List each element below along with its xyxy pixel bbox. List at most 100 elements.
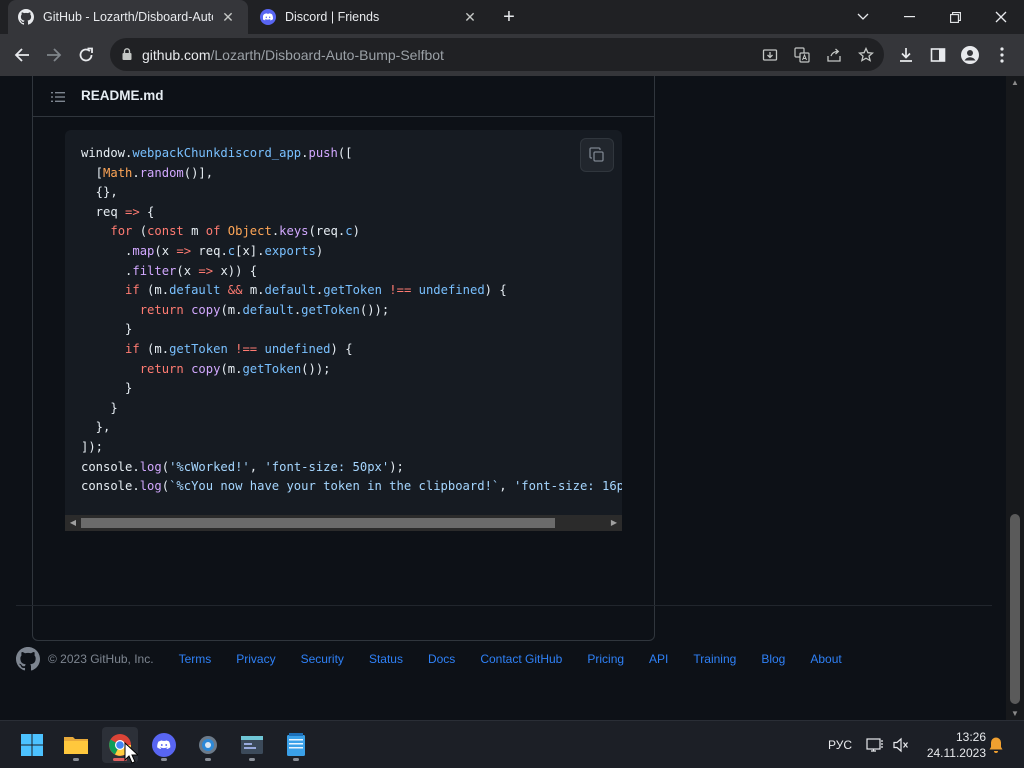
install-app-icon[interactable] [761, 46, 779, 64]
running-indicator [205, 758, 211, 761]
footer-link-api[interactable]: API [649, 652, 668, 666]
copy-button[interactable] [580, 138, 614, 172]
code-line: } [81, 322, 133, 337]
code-line: if (m.getToken !== undefined) { [125, 341, 353, 356]
url-text: github.com/Lozarth/Disboard-Auto-Bump-Se… [142, 47, 444, 63]
minimize-icon[interactable] [886, 0, 932, 34]
back-arrow-icon[interactable] [9, 42, 35, 68]
start-icon[interactable] [14, 727, 50, 763]
chevron-down-icon[interactable] [840, 0, 886, 34]
side-panel-icon[interactable] [928, 45, 948, 65]
address-bar[interactable]: github.com/Lozarth/Disboard-Auto-Bump-Se… [110, 38, 884, 71]
footer-link-about[interactable]: About [810, 652, 841, 666]
scroll-left-arrow-icon[interactable]: ◀ [65, 515, 81, 531]
bookmark-star-icon[interactable] [857, 46, 875, 64]
code-text: window.webpackChunkdiscord_app.push([ [M… [81, 144, 622, 497]
code-line: console.log('%cWorked!', 'font-size: 50p… [81, 459, 404, 474]
running-indicator [161, 758, 167, 761]
site-footer: © 2023 GitHub, Inc. Terms Privacy Securi… [16, 646, 867, 672]
running-indicator [249, 758, 255, 761]
file-explorer-icon[interactable] [58, 727, 94, 763]
lock-icon[interactable] [120, 47, 134, 61]
code-line: .filter(x => x)) { [81, 263, 258, 278]
system-clock[interactable]: 13:26 24.11.2023 [916, 729, 986, 761]
footer-link-status[interactable]: Status [369, 652, 403, 666]
volume-muted-icon[interactable] [892, 721, 910, 768]
code-line: return copy(m.default.getToken()); [139, 302, 390, 317]
clock-date: 24.11.2023 [926, 746, 986, 760]
code-block[interactable]: window.webpackChunkdiscord_app.push([ [M… [65, 130, 622, 531]
github-logo-icon[interactable] [16, 647, 41, 671]
scroll-down-arrow-icon[interactable]: ▼ [1006, 709, 1024, 718]
clock-time: 13:26 [955, 730, 986, 744]
notepad-icon[interactable] [278, 727, 314, 763]
footer-link-docs[interactable]: Docs [428, 652, 455, 666]
code-line: console.log(`%cYou now have your token i… [81, 479, 622, 494]
code-line: window.webpackChunkdiscord_app.push([ [81, 146, 353, 160]
terminal-icon[interactable] [234, 727, 270, 763]
footer-link-training[interactable]: Training [693, 652, 736, 666]
tab-title: GitHub - Lozarth/Disboard-Auto-Bump-Self… [43, 10, 213, 24]
notification-bell-icon[interactable] [988, 721, 1004, 768]
footer-link-privacy[interactable]: Privacy [236, 652, 275, 666]
download-icon[interactable] [896, 45, 916, 65]
close-tab-icon[interactable]: ✕ [462, 9, 478, 25]
translate-icon[interactable] [793, 46, 811, 64]
share-icon[interactable] [825, 46, 843, 64]
code-line: return copy(m.getToken()); [139, 361, 331, 376]
footer-divider [16, 605, 992, 606]
tab-title: Discord | Friends [285, 10, 380, 24]
footer-link-security[interactable]: Security [301, 652, 344, 666]
reload-icon[interactable] [73, 42, 99, 68]
footer-link-terms[interactable]: Terms [179, 652, 212, 666]
list-outline-icon[interactable] [50, 89, 66, 105]
code-line: {}, [81, 185, 118, 200]
discord-icon[interactable] [146, 727, 182, 763]
scroll-right-arrow-icon[interactable]: ▶ [606, 515, 622, 531]
page-vertical-scrollbar[interactable]: ▲ ▼ [1006, 76, 1024, 720]
footer-link-contact[interactable]: Contact GitHub [480, 652, 562, 666]
footer-copyright: © 2023 GitHub, Inc. [48, 652, 154, 666]
github-favicon-icon [18, 9, 34, 25]
input-language-indicator[interactable]: РУС [828, 721, 852, 768]
windows-taskbar: РУС 13:26 24.11.2023 [0, 720, 1024, 768]
url-path: /Lozarth/Disboard-Auto-Bump-Selfbot [210, 47, 444, 63]
profile-avatar-icon[interactable] [960, 45, 980, 65]
github-page: README.md window.webpackChunkdiscord_app… [0, 76, 1006, 720]
notification-center-icon[interactable] [866, 721, 884, 768]
url-host: github.com [142, 47, 211, 63]
copy-icon [589, 147, 604, 162]
readme-header: README.md [33, 77, 654, 117]
browser-toolbar: github.com/Lozarth/Disboard-Auto-Bump-Se… [0, 34, 1024, 76]
footer-link-pricing[interactable]: Pricing [587, 652, 624, 666]
code-line: .map(x => req.c[x].exports) [81, 243, 324, 258]
scroll-up-arrow-icon[interactable]: ▲ [1006, 78, 1024, 87]
footer-link-blog[interactable]: Blog [761, 652, 785, 666]
tab-strip: GitHub - Lozarth/Disboard-Auto-Bump-Self… [0, 0, 1024, 34]
running-indicator [73, 758, 79, 761]
code-line: for (const m of Object.keys(req.c) [110, 224, 360, 239]
plus-icon[interactable]: + [498, 6, 520, 28]
menu-kebab-icon[interactable] [992, 45, 1012, 65]
close-window-icon[interactable] [978, 0, 1024, 34]
forward-arrow-icon[interactable] [41, 42, 67, 68]
restore-icon[interactable] [932, 0, 978, 34]
code-line: [Math.random()], [81, 165, 214, 180]
tab-github[interactable]: GitHub - Lozarth/Disboard-Auto-Bump-Self… [8, 0, 248, 34]
code-line: ]); [81, 439, 104, 454]
discord-favicon-icon [260, 9, 276, 25]
code-line: } [81, 400, 118, 415]
scrollbar-thumb[interactable] [1010, 514, 1020, 704]
code-line: req => { [81, 204, 155, 219]
close-tab-icon[interactable]: ✕ [220, 9, 236, 25]
tab-discord[interactable]: Discord | Friends ✕ [250, 0, 490, 34]
code-line: if (m.default && m.default.getToken !== … [125, 283, 507, 298]
code-line: } [81, 381, 133, 396]
readme-title[interactable]: README.md [81, 88, 164, 103]
settings-icon[interactable] [190, 727, 226, 763]
mouse-cursor-icon [124, 742, 138, 764]
scrollbar-thumb[interactable] [81, 518, 555, 528]
code-line: }, [81, 420, 111, 435]
code-horizontal-scrollbar[interactable]: ◀ ▶ [65, 515, 622, 531]
running-indicator [293, 758, 299, 761]
